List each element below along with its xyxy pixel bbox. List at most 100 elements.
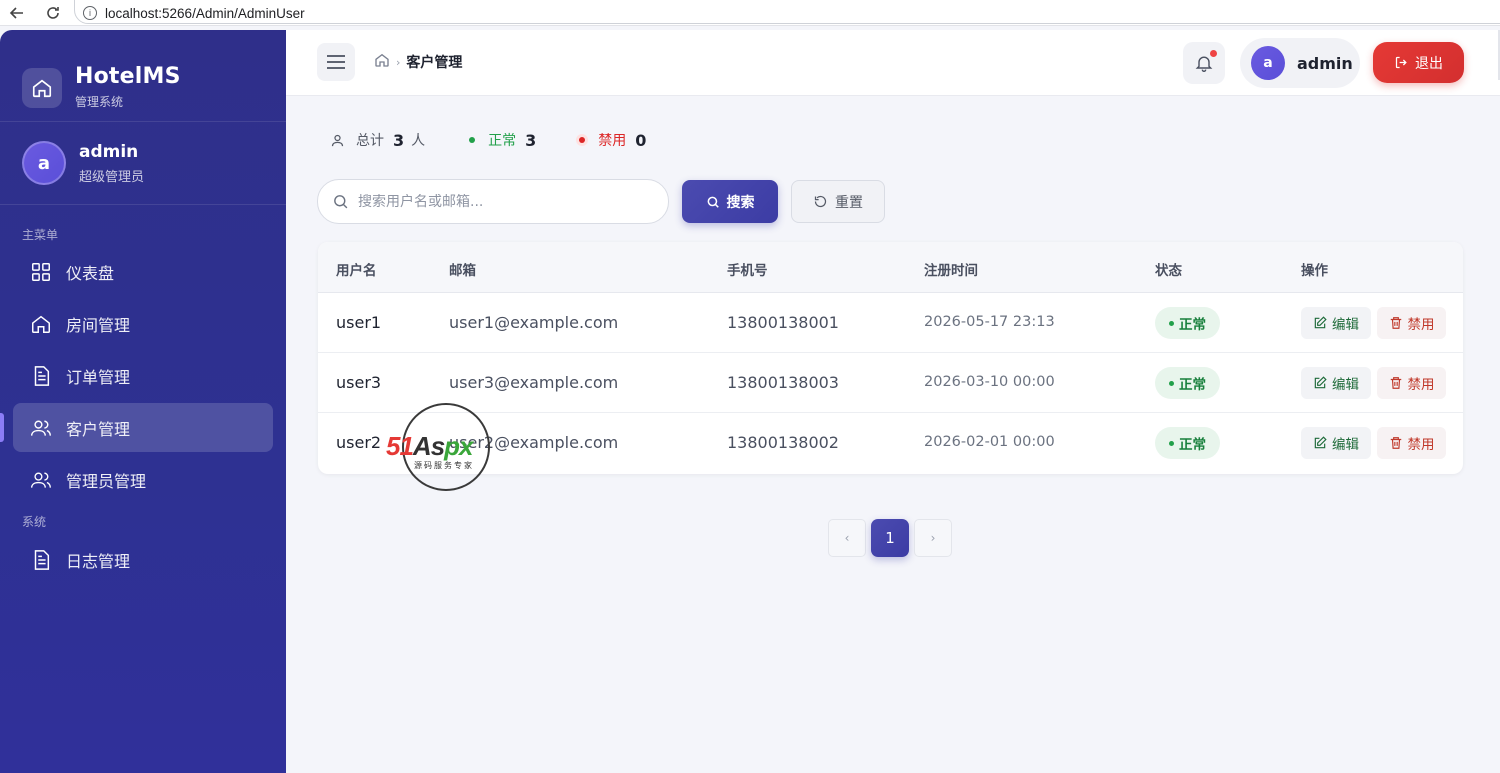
- users-icon: [30, 469, 52, 491]
- menu-section-system: 系统: [22, 515, 47, 529]
- edit-button[interactable]: 编辑: [1301, 367, 1371, 399]
- sidebar-item-logs[interactable]: 日志管理: [13, 535, 273, 584]
- ban-button[interactable]: 禁用: [1377, 427, 1446, 459]
- column-header: 状态: [1155, 263, 1182, 279]
- user-menu[interactable]: a admin: [1240, 38, 1360, 88]
- sidebar: HotelMS 管理系统 a admin 超级管理员 主菜单 仪表盘 房间管理 …: [0, 30, 286, 773]
- reset-button-label: 重置: [835, 194, 863, 211]
- document-icon: [30, 549, 52, 571]
- ban-label: 禁用: [1407, 377, 1435, 393]
- edit-icon: [1314, 376, 1327, 389]
- edit-label: 编辑: [1332, 437, 1359, 453]
- ban-button[interactable]: 禁用: [1377, 367, 1446, 399]
- stat-banned: 禁用 0: [579, 130, 646, 150]
- column-header: 操作: [1301, 263, 1328, 279]
- logout-button[interactable]: 退出: [1373, 42, 1464, 83]
- stat-normal-value: 3: [525, 130, 537, 150]
- table-row: user1 user1@example.com 13800138001 2026…: [318, 293, 1463, 353]
- cell-username: user2: [336, 433, 382, 452]
- search-button[interactable]: 搜索: [682, 180, 778, 223]
- column-header: 注册时间: [924, 263, 978, 279]
- sidebar-item-orders[interactable]: 订单管理: [13, 351, 273, 400]
- avatar: a: [1251, 46, 1285, 80]
- status-dot-green: [469, 137, 476, 143]
- stat-total: 总计 3 人: [330, 130, 425, 150]
- reload-icon[interactable]: [42, 2, 64, 24]
- sidebar-item-rooms[interactable]: 房间管理: [13, 299, 273, 348]
- next-page-button[interactable]: ›: [914, 519, 952, 557]
- trash-icon: [1390, 317, 1401, 329]
- edit-button[interactable]: 编辑: [1301, 427, 1371, 459]
- edit-icon: [1314, 436, 1327, 449]
- cell-username: user1: [336, 313, 382, 332]
- url-text: localhost:5266/Admin/AdminUser: [105, 5, 305, 21]
- stat-total-value: 3: [393, 130, 405, 150]
- ban-label: 禁用: [1407, 437, 1435, 453]
- home-icon: [22, 67, 62, 108]
- sidebar-item-label: 仪表盘: [66, 263, 115, 283]
- reset-button[interactable]: 重置: [791, 180, 885, 223]
- logout-icon: [1395, 56, 1407, 69]
- site-info-icon[interactable]: i: [83, 6, 97, 20]
- sidebar-item-label: 房间管理: [66, 315, 131, 335]
- sidebar-item-customers[interactable]: 客户管理: [0, 403, 273, 452]
- sidebar-item-label: 管理员管理: [66, 471, 147, 491]
- status-badge: 正常: [1155, 367, 1220, 399]
- address-bar[interactable]: i localhost:5266/Admin/AdminUser: [74, 0, 1500, 24]
- status-dot-red: [579, 137, 586, 143]
- brand-title: HotelMS: [75, 64, 181, 89]
- breadcrumb-current: 客户管理: [406, 55, 463, 71]
- prev-page-button[interactable]: ‹: [828, 519, 866, 557]
- trash-icon: [1390, 437, 1401, 449]
- edit-label: 编辑: [1332, 377, 1359, 393]
- pagination: ‹ 1 ›: [828, 519, 952, 557]
- menu-section-main: 主菜单: [22, 228, 59, 242]
- hamburger-icon: [327, 55, 345, 69]
- stat-normal-label: 正常: [488, 133, 517, 149]
- cell-registered: 2026-03-10 00:00: [924, 374, 1055, 390]
- brand-subtitle: 管理系统: [75, 95, 124, 109]
- profile-name: admin: [79, 141, 139, 162]
- stat-total-unit: 人: [411, 133, 426, 149]
- cell-email: user3@example.com: [449, 373, 619, 392]
- sidebar-item-admins[interactable]: 管理员管理: [13, 455, 273, 504]
- search-input[interactable]: [358, 193, 638, 210]
- home-icon: [30, 313, 52, 335]
- cell-email: user1@example.com: [449, 313, 619, 332]
- status-badge: 正常: [1155, 307, 1220, 339]
- edit-icon: [1314, 316, 1327, 329]
- home-icon[interactable]: [374, 52, 390, 72]
- status-badge: 正常: [1155, 427, 1220, 459]
- edit-button[interactable]: 编辑: [1301, 307, 1371, 339]
- trash-icon: [1390, 377, 1401, 389]
- sidebar-item-dashboard[interactable]: 仪表盘: [13, 247, 273, 296]
- stat-total-label: 总计: [356, 133, 384, 149]
- browser-toolbar: i localhost:5266/Admin/AdminUser: [0, 0, 1500, 26]
- cell-phone: 13800138002: [727, 433, 839, 452]
- sidebar-item-label: 日志管理: [66, 551, 131, 571]
- user-stats: 总计 3 人 正常 3 禁用 0: [330, 130, 680, 150]
- search-button-label: 搜索: [726, 194, 755, 211]
- profile-role: 超级管理员: [79, 169, 145, 185]
- column-header: 邮箱: [449, 263, 476, 279]
- breadcrumb: › 客户管理: [374, 52, 462, 72]
- stat-banned-label: 禁用: [598, 133, 627, 149]
- menu-toggle-button[interactable]: [317, 43, 355, 81]
- logout-label: 退出: [1415, 55, 1443, 72]
- cell-phone: 13800138001: [727, 313, 839, 332]
- search-box: [317, 179, 669, 224]
- topbar: › 客户管理 a admin 退出: [286, 30, 1500, 96]
- search-icon: [707, 196, 719, 208]
- user-name: admin: [1297, 53, 1353, 73]
- page-button-current[interactable]: 1: [871, 519, 909, 557]
- notifications-button[interactable]: [1183, 42, 1225, 84]
- cell-phone: 13800138003: [727, 373, 839, 392]
- cell-registered: 2026-02-01 00:00: [924, 434, 1055, 450]
- users-icon: [30, 417, 52, 439]
- back-icon[interactable]: [6, 2, 28, 24]
- edit-label: 编辑: [1332, 317, 1359, 333]
- column-header: 手机号: [727, 263, 768, 279]
- dashboard-icon: [30, 261, 52, 283]
- ban-button[interactable]: 禁用: [1377, 307, 1446, 339]
- sidebar-item-label: 订单管理: [66, 367, 131, 387]
